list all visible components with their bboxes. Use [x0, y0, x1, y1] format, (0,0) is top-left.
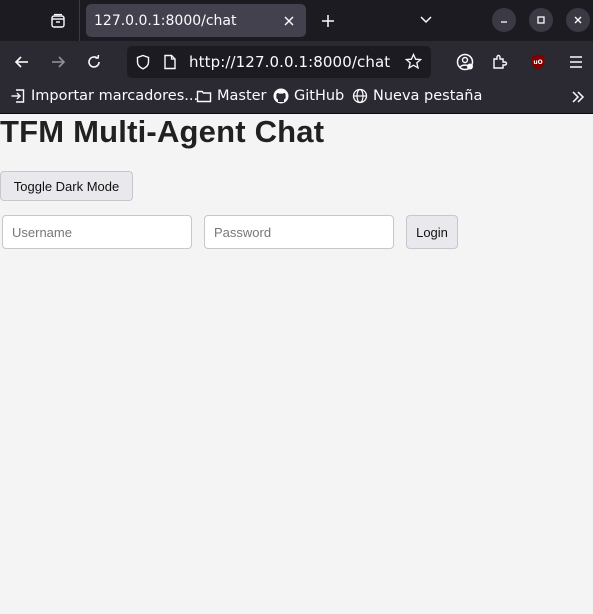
- tab-title: 127.0.0.1:8000/chat: [94, 12, 237, 29]
- tab-close-button[interactable]: [276, 8, 302, 34]
- bookmark-star-icon[interactable]: [405, 53, 422, 70]
- import-icon: [11, 89, 25, 103]
- app-menu-button[interactable]: [561, 47, 591, 77]
- tab-active[interactable]: 127.0.0.1:8000/chat: [86, 4, 306, 37]
- browser-window: 127.0.0.1:8000/chat http://127.0.0.1:800…: [0, 0, 593, 614]
- username-input[interactable]: [2, 215, 192, 249]
- plus-icon: [322, 14, 334, 27]
- more-bookmarks-button[interactable]: [570, 90, 586, 104]
- navigation-toolbar: http://127.0.0.1:8000/chat uO: [0, 41, 593, 83]
- extensions-button[interactable]: [485, 47, 515, 77]
- globe-icon: [352, 88, 368, 104]
- reload-button[interactable]: [79, 47, 109, 77]
- page-title: TFM Multi-Agent Chat: [0, 114, 325, 149]
- page-icon[interactable]: [163, 54, 177, 70]
- tab-overview-icon: [51, 13, 65, 28]
- page-content: TFM Multi-Agent Chat Toggle Dark Mode Lo…: [0, 114, 593, 614]
- minimize-button[interactable]: [492, 8, 516, 32]
- tab-overview-button[interactable]: [37, 0, 79, 41]
- window-close-button[interactable]: [566, 8, 590, 32]
- url-text[interactable]: http://127.0.0.1:8000/chat: [189, 53, 390, 71]
- ublock-icon: uO: [531, 54, 545, 70]
- address-bar[interactable]: http://127.0.0.1:8000/chat: [127, 46, 431, 78]
- svg-text:uO: uO: [533, 59, 542, 66]
- tab-bar: 127.0.0.1:8000/chat: [0, 0, 593, 41]
- tab-separator: [79, 0, 80, 41]
- bookmark-master-label: Master: [217, 88, 267, 104]
- github-icon: [273, 88, 289, 104]
- password-input[interactable]: [204, 215, 394, 249]
- close-icon: [284, 16, 294, 25]
- chevron-down-icon: [420, 16, 432, 24]
- arrow-left-icon: [14, 56, 28, 68]
- bookmark-import-label: Importar marcadores...: [31, 88, 199, 104]
- new-tab-button[interactable]: [312, 5, 344, 37]
- bookmark-new-tab-label: Nueva pestaña: [373, 88, 483, 104]
- double-chevron-right-icon: [572, 91, 585, 103]
- bookmarks-toolbar: Importar marcadores... Master GitHub Nue…: [0, 83, 593, 114]
- bookmark-new-tab[interactable]: Nueva pestaña: [352, 88, 482, 104]
- back-button[interactable]: [7, 47, 37, 77]
- ublock-origin-button[interactable]: uO: [523, 47, 553, 77]
- hamburger-menu-icon: [570, 56, 582, 68]
- bookmark-import[interactable]: Importar marcadores...: [10, 88, 198, 104]
- account-icon: [456, 53, 474, 71]
- maximize-icon: [537, 16, 545, 24]
- bookmark-github-label: GitHub: [294, 88, 345, 104]
- minimize-icon: [501, 21, 507, 23]
- login-button[interactable]: Login: [406, 215, 458, 249]
- account-button[interactable]: [450, 47, 480, 77]
- bookmark-github[interactable]: GitHub: [273, 88, 344, 104]
- puzzle-icon: [493, 54, 508, 69]
- reload-icon: [88, 54, 100, 68]
- list-all-tabs-button[interactable]: [412, 5, 440, 35]
- arrow-right-icon: [52, 56, 66, 68]
- shield-icon[interactable]: [135, 54, 151, 70]
- toggle-dark-mode-button[interactable]: Toggle Dark Mode: [0, 171, 133, 201]
- forward-button[interactable]: [43, 47, 73, 77]
- close-icon: [574, 16, 582, 24]
- bookmark-master-folder[interactable]: Master: [196, 88, 267, 104]
- maximize-button[interactable]: [529, 8, 553, 32]
- folder-icon: [196, 90, 212, 103]
